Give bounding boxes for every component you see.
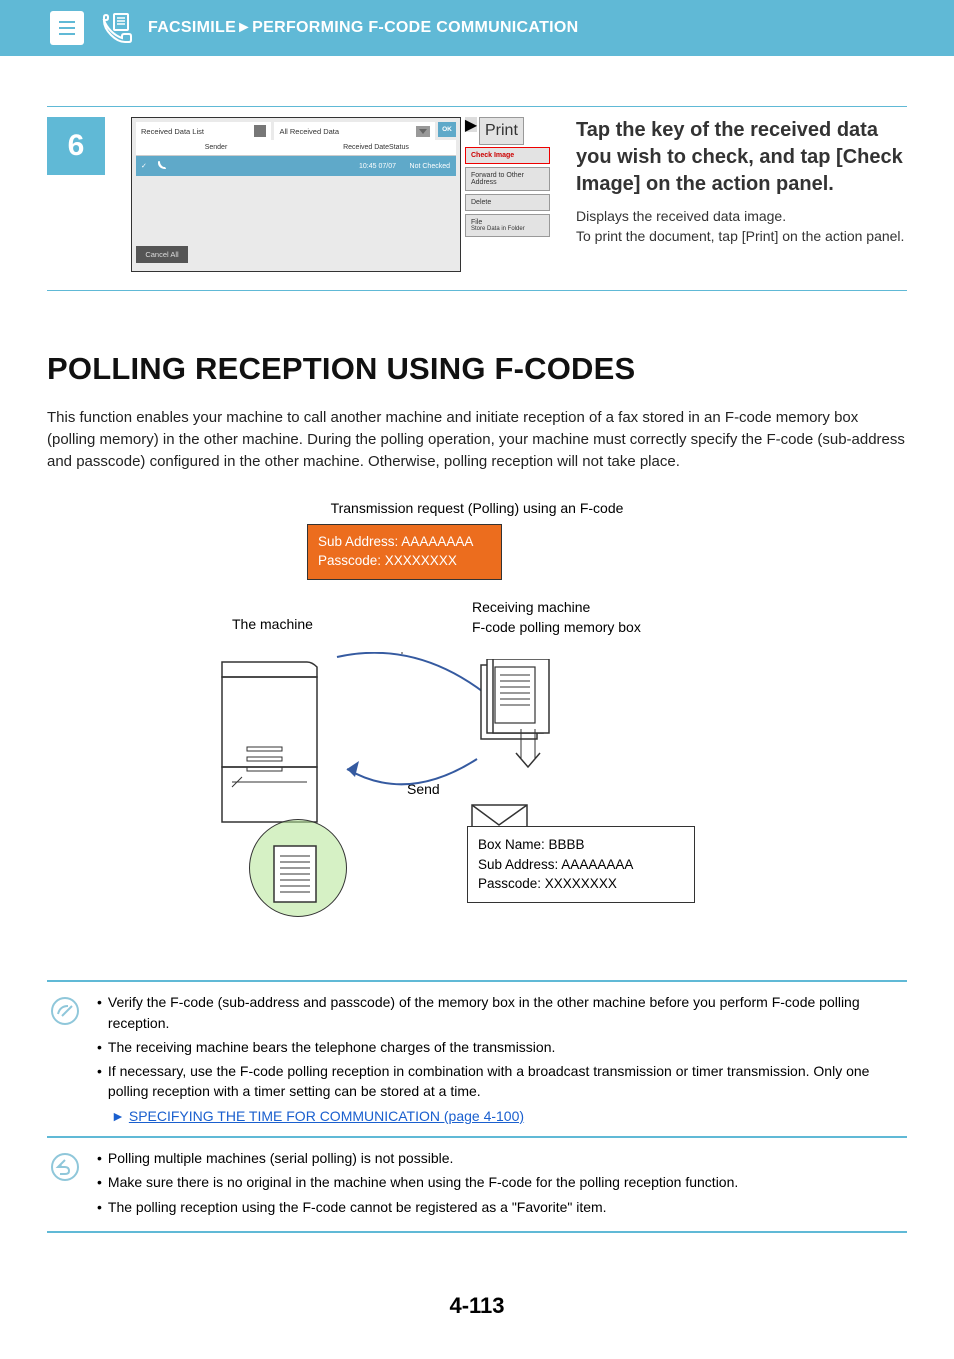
sub-address-line: Sub Address: AAAAAAAA: [318, 533, 491, 552]
tab-label: All Received Data: [279, 127, 339, 136]
printer-icon: [212, 652, 332, 832]
chevron-down-icon: [419, 129, 427, 134]
tab-received-data-list[interactable]: Received Data List: [136, 122, 271, 140]
note-item: Polling multiple machines (serial pollin…: [108, 1148, 454, 1168]
step-heading: Tap the key of the received data you wis…: [576, 117, 907, 198]
table-row[interactable]: ✓ 10:45 07/07 Not Checked: [136, 156, 456, 176]
note-list: •Polling multiple machines (serial polli…: [97, 1148, 907, 1221]
tab-all-received-data[interactable]: All Received Data: [274, 122, 435, 140]
grid-icon[interactable]: [254, 125, 266, 137]
step-desc-1: Displays the received data image.: [576, 206, 907, 226]
passcode-line: Passcode: XXXXXXXX: [478, 874, 684, 894]
list-icon: [57, 18, 77, 38]
memory-box-icon: [475, 659, 555, 769]
arrow-send-icon: [337, 749, 487, 799]
action-file[interactable]: File Store Data in Folder: [465, 214, 550, 237]
breadcrumb: FACSIMILE►PERFORMING F-CODE COMMUNICATIO…: [148, 19, 579, 37]
restriction-icon: [47, 1148, 83, 1221]
cell-status: Not Checked: [401, 159, 456, 174]
play-icon[interactable]: ▶: [465, 117, 477, 132]
note-item: The polling reception using the F-code c…: [108, 1197, 607, 1217]
phone-doc-icon: [98, 10, 134, 46]
action-print[interactable]: Print: [479, 117, 524, 145]
box-name-line: Box Name: BBBB: [478, 835, 684, 855]
tab-label: Received Data List: [141, 127, 204, 136]
note-item: If necessary, use the F-code polling rec…: [108, 1061, 907, 1102]
note-item: Make sure there is no original in the ma…: [108, 1172, 738, 1192]
label-the-machine: The machine: [232, 616, 313, 632]
table-header: Sender Received DateStatus: [136, 140, 456, 156]
action-forward[interactable]: Forward to Other Address: [465, 167, 550, 191]
action-check-image[interactable]: Check Image: [465, 147, 550, 164]
note-item: The receiving machine bears the telephon…: [108, 1037, 555, 1057]
action-sublabel: Store Data in Folder: [471, 226, 544, 232]
cancel-all-button[interactable]: Cancel All: [136, 246, 188, 263]
timer-comm-link[interactable]: SPECIFYING THE TIME FOR COMMUNICATION (p…: [129, 1108, 524, 1124]
step-desc-2: To print the document, tap [Print] on th…: [576, 226, 907, 246]
device-screenshot: Received Data List All Received Data OK …: [131, 117, 461, 272]
step-text: Tap the key of the received data you wis…: [576, 117, 907, 272]
ok-button[interactable]: OK: [438, 122, 456, 137]
action-label: Print: [485, 122, 518, 140]
fcode-box: Sub Address: AAAAAAAA Passcode: XXXXXXXX: [307, 524, 502, 580]
col-datestatus: Received DateStatus: [296, 140, 456, 155]
link-arrow-icon: ►: [97, 1108, 129, 1124]
note-list: •Verify the F-code (sub-address and pass…: [97, 992, 907, 1126]
action-label: File: [471, 219, 544, 226]
section-body: This function enables your machine to ca…: [47, 407, 907, 472]
diagram: Sub Address: AAAAAAAA Passcode: XXXXXXXX…: [177, 524, 777, 954]
section-title: POLLING RECEPTION USING F-CODES: [47, 351, 907, 387]
document-icon: [272, 844, 322, 909]
action-delete[interactable]: Delete: [465, 194, 550, 211]
note-item: Verify the F-code (sub-address and passc…: [108, 992, 907, 1033]
col-sender: Sender: [136, 140, 296, 155]
page-header: FACSIMILE►PERFORMING F-CODE COMMUNICATIO…: [0, 0, 954, 56]
step-number: 6: [47, 117, 105, 175]
diagram-caption: Transmission request (Polling) using an …: [47, 500, 907, 516]
memory-box-info: Box Name: BBBB Sub Address: AAAAAAAA Pas…: [467, 826, 695, 903]
passcode-line: Passcode: XXXXXXXX: [318, 552, 491, 571]
action-panel: Check Image Forward to Other Address Del…: [465, 147, 550, 237]
phone-icon: [152, 156, 346, 176]
cell-time: 10:45 07/07: [346, 159, 401, 174]
sub-address-line: Sub Address: AAAAAAAA: [478, 855, 684, 875]
step-row: 6 Received Data List All Received Data O…: [47, 107, 907, 290]
label-receiving-machine: Receiving machine F-code polling memory …: [472, 598, 662, 637]
note-block-restriction: •Polling multiple machines (serial polli…: [47, 1138, 907, 1233]
header-icon-box: [50, 11, 84, 45]
note-block-info: •Verify the F-code (sub-address and pass…: [47, 980, 907, 1138]
page-number: 4-113: [47, 1293, 907, 1359]
info-icon: [47, 992, 83, 1126]
